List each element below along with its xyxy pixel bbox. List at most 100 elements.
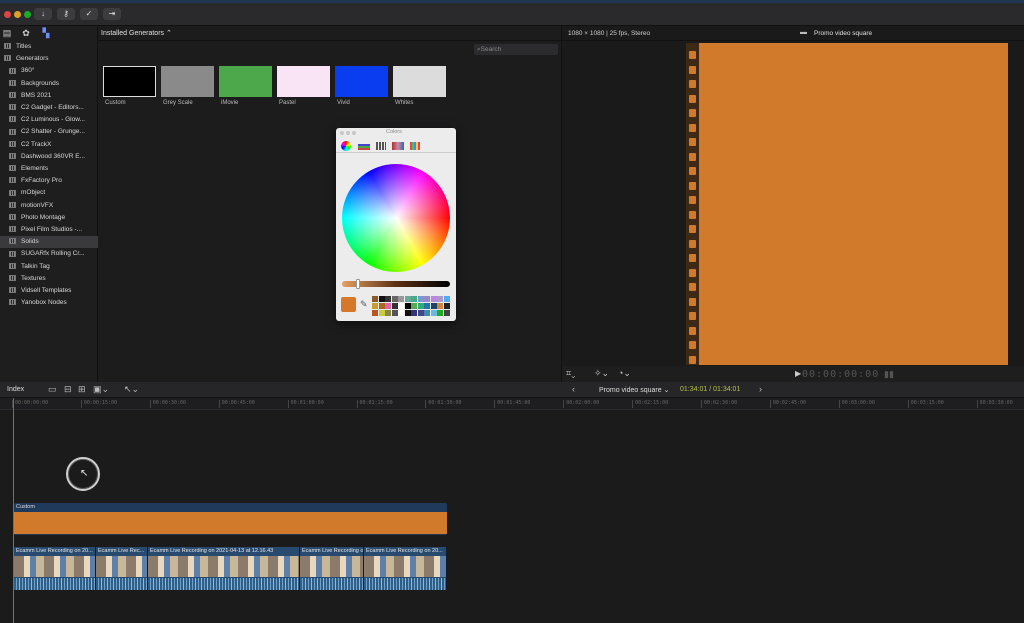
sidebar-item[interactable]: Textures: [0, 273, 98, 285]
share-button[interactable]: ⇥: [103, 8, 121, 20]
color-swatch[interactable]: [404, 310, 411, 316]
play-icon[interactable]: ▶: [795, 369, 801, 378]
color-swatch[interactable]: [430, 310, 437, 316]
sidebar-item[interactable]: Yanobox Nodes: [0, 297, 98, 309]
generator-thumbnail[interactable]: [335, 66, 388, 97]
retime-tool-icon[interactable]: ◔⌄: [618, 368, 631, 379]
color-swatch[interactable]: [404, 296, 411, 302]
sidebar-item[interactable]: Solids: [0, 236, 98, 249]
zoom-window-button[interactable]: [24, 11, 31, 18]
connect-clip-icon[interactable]: ⊟: [64, 384, 72, 395]
color-swatch[interactable]: [378, 296, 385, 302]
tab-libraries-icon[interactable]: ▤: [1, 28, 13, 39]
color-swatch[interactable]: [437, 296, 443, 302]
color-swatch[interactable]: [378, 310, 385, 316]
sidebar-item[interactable]: BMS 2021: [0, 90, 98, 102]
color-swatch[interactable]: [372, 296, 378, 302]
color-swatch[interactable]: [424, 310, 430, 316]
colors-zoom-button[interactable]: [352, 131, 356, 135]
generator-thumbnail[interactable]: [277, 66, 330, 97]
timeline-ruler[interactable]: 00:00:00:00 00:00:15:00 00:00:30:00 00:00:4…: [0, 398, 1024, 410]
import-media-button[interactable]: ↓: [34, 8, 52, 20]
sidebar-item[interactable]: FxFactory Pro: [0, 175, 98, 187]
browser-title-dropdown[interactable]: Installed Generators ⌃: [101, 29, 172, 37]
project-title-dropdown[interactable]: Promo video square ⌄: [599, 386, 669, 394]
history-back-icon[interactable]: ‹: [572, 384, 575, 394]
sidebar-item[interactable]: Titles: [0, 41, 98, 53]
video-clip[interactable]: Ecamm Live Recording on 20...: [14, 547, 96, 590]
transform-tool-icon[interactable]: ⌗⌄: [566, 368, 575, 379]
color-swatch[interactable]: [417, 303, 424, 309]
insert-clip-icon[interactable]: ⊞: [78, 384, 86, 395]
color-swatch[interactable]: [443, 303, 450, 309]
eyedropper-icon[interactable]: ✎: [360, 299, 368, 310]
audio-meter-icon[interactable]: ▮▮: [884, 369, 894, 380]
color-sliders-mode-icon[interactable]: [358, 142, 370, 150]
color-swatch[interactable]: [391, 310, 398, 316]
colors-close-button[interactable]: [340, 131, 344, 135]
sidebar-item[interactable]: mObject: [0, 187, 98, 199]
search-input[interactable]: ⌕Search: [474, 44, 558, 55]
color-swatch[interactable]: [398, 303, 404, 309]
video-clip[interactable]: Ecamm Live Recording on 20...: [364, 547, 447, 590]
select-tool-icon[interactable]: ↖⌄: [124, 384, 139, 395]
color-swatch[interactable]: [424, 296, 430, 302]
color-swatch[interactable]: [437, 310, 443, 316]
color-swatch[interactable]: [430, 303, 437, 309]
sidebar-item[interactable]: C2 Luminous - Glow...: [0, 114, 98, 126]
video-clip[interactable]: Ecamm Live Rec...: [96, 547, 148, 590]
sidebar-item[interactable]: C2 Gadget - Editors...: [0, 102, 98, 114]
color-swatch[interactable]: [372, 303, 378, 309]
sidebar-item[interactable]: Generators: [0, 53, 98, 65]
sidebar-item[interactable]: C2 TrackX: [0, 139, 98, 151]
history-forward-icon[interactable]: ›: [759, 384, 762, 394]
keywords-button[interactable]: ⚷: [57, 8, 75, 20]
color-swatch[interactable]: [398, 310, 404, 316]
background-tasks-button[interactable]: ✓: [80, 8, 98, 20]
color-swatch[interactable]: [398, 296, 404, 302]
color-wheel-mode-icon[interactable]: [341, 141, 351, 151]
color-swatch[interactable]: [443, 310, 450, 316]
playhead[interactable]: [13, 398, 14, 623]
tab-photos-audio-icon[interactable]: ✿: [20, 28, 32, 39]
color-swatch[interactable]: [411, 303, 417, 309]
color-wheel[interactable]: [342, 164, 450, 272]
image-palettes-mode-icon[interactable]: [392, 142, 404, 150]
generator-clip[interactable]: Custom: [14, 503, 447, 535]
brightness-slider[interactable]: [342, 279, 450, 289]
sidebar-item[interactable]: Vidsell Templates: [0, 285, 98, 297]
color-swatch[interactable]: [385, 310, 391, 316]
color-swatch[interactable]: [391, 296, 398, 302]
sidebar-item[interactable]: Photo Montage: [0, 212, 98, 224]
color-swatch[interactable]: [411, 310, 417, 316]
sidebar-item[interactable]: Elements: [0, 163, 98, 175]
pencils-mode-icon[interactable]: [410, 142, 420, 150]
color-swatch[interactable]: [404, 303, 411, 309]
sidebar-item[interactable]: 360°: [0, 65, 98, 77]
color-swatch[interactable]: [372, 310, 378, 316]
color-swatch[interactable]: [391, 303, 398, 309]
sidebar-item[interactable]: Talkin Tag: [0, 261, 98, 273]
clip-appearance-icon[interactable]: ▭: [48, 384, 57, 395]
color-swatch[interactable]: [411, 296, 417, 302]
generator-thumbnail[interactable]: [219, 66, 272, 97]
brightness-slider-thumb[interactable]: [356, 279, 360, 289]
color-swatch[interactable]: [443, 296, 450, 302]
color-swatch[interactable]: [417, 296, 424, 302]
generator-thumbnail[interactable]: [393, 66, 446, 97]
colors-minimize-button[interactable]: [346, 131, 350, 135]
generator-thumbnail[interactable]: [103, 66, 156, 97]
generator-thumbnail[interactable]: [161, 66, 214, 97]
color-swatch[interactable]: [385, 303, 391, 309]
color-swatch[interactable]: [385, 296, 391, 302]
current-color-swatch[interactable]: [341, 297, 356, 312]
color-swatch[interactable]: [417, 310, 424, 316]
minimize-window-button[interactable]: [14, 11, 21, 18]
swatch-grid[interactable]: [372, 296, 450, 318]
color-swatch[interactable]: [378, 303, 385, 309]
index-button[interactable]: Index: [7, 386, 24, 393]
video-clip[interactable]: Ecamm Live Recording on 2021-04-13 at 12…: [148, 547, 300, 590]
sidebar-item[interactable]: motionVFX: [0, 200, 98, 212]
close-window-button[interactable]: [4, 11, 11, 18]
sidebar-item[interactable]: Backgrounds: [0, 78, 98, 90]
